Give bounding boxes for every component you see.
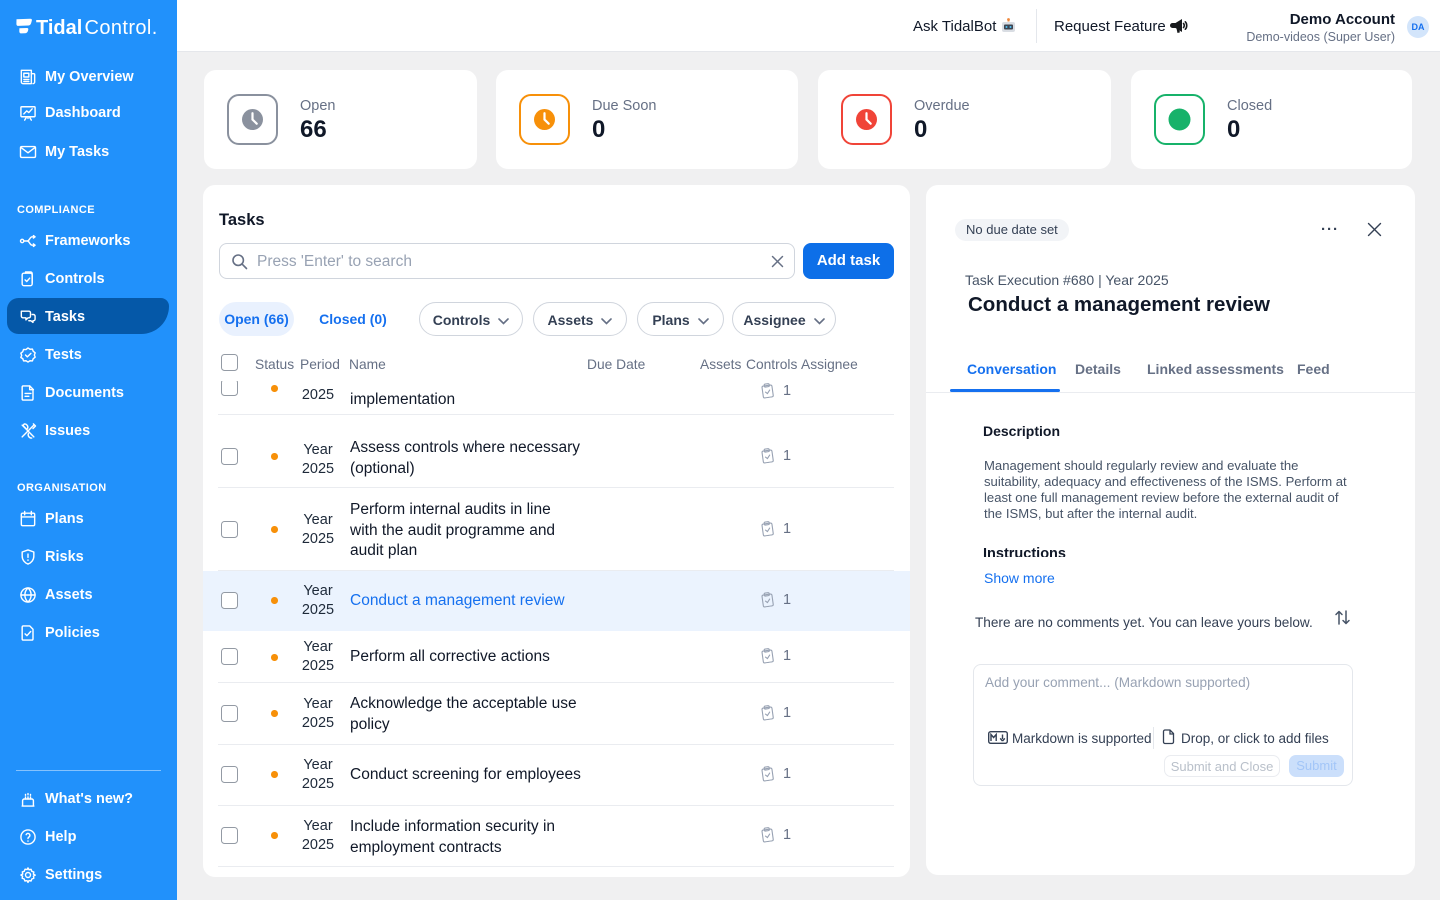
svg-text:Control.: Control. (85, 17, 158, 38)
svg-text:Tidal: Tidal (36, 17, 82, 38)
